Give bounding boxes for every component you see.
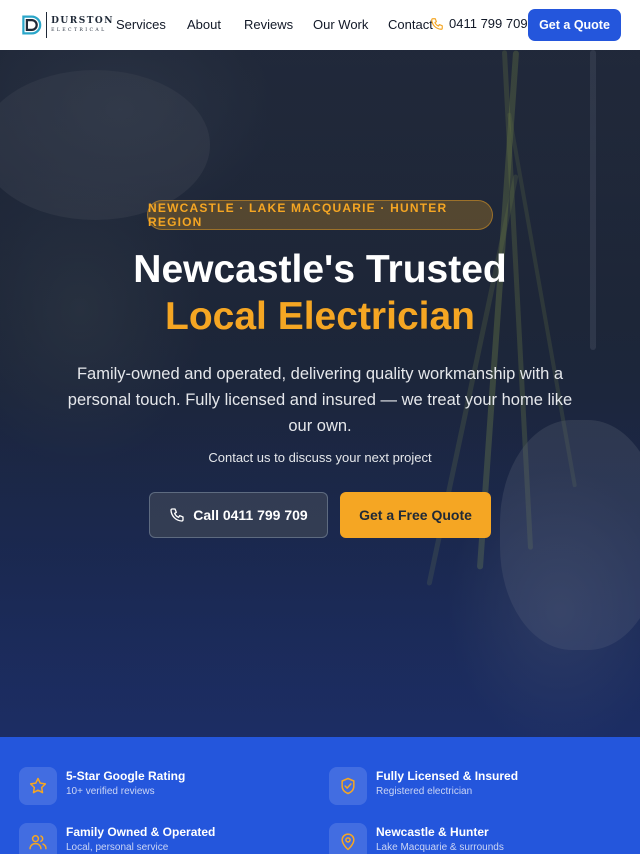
logo-tagline: ELECTRICAL [51,27,107,33]
hero-description: Family-owned and operated, delivering qu… [67,365,573,435]
feature-subtitle: Lake Macquarie & surrounds [376,842,504,853]
feature-title: 5-Star Google Rating [66,769,186,783]
feature-item: Family Owned & Operated Local, personal … [19,823,215,854]
feature-subtitle: Local, personal service [66,842,169,853]
nav-phone-number: 0411 799 709 [449,16,528,31]
logo-mark-icon [22,15,42,35]
features-strip: 5-Star Google Rating 10+ verified review… [0,737,640,854]
shield-check-icon [341,777,355,795]
call-button-label: Call 0411 799 709 [193,507,308,523]
logo-divider [46,12,48,38]
phone-icon [170,508,184,522]
nav-link-contact[interactable]: Contact [388,17,433,32]
feature-icon-box [329,823,367,854]
nav-link-our-work[interactable]: Our Work [313,17,368,32]
hero-section: NEWCASTLE · LAKE MACQUARIE · HUNTER REGI… [0,50,640,738]
logo-wordmark: DURSTON ELECTRICAL [51,15,114,34]
logo-name: DURSTON [51,15,114,26]
hero-title-line1: Newcastle's Trusted [133,248,507,291]
service-area-badge: NEWCASTLE · LAKE MACQUARIE · HUNTER REGI… [147,200,493,230]
star-icon [29,777,47,794]
feature-icon-box [19,767,57,805]
get-a-quote-button[interactable]: Get a Quote [528,9,621,41]
feature-item: Fully Licensed & Insured Registered elec… [329,767,518,805]
hero-subtext: Contact us to discuss your next project [208,450,432,465]
feature-title: Newcastle & Hunter [376,825,489,839]
get-free-quote-button[interactable]: Get a Free Quote [340,492,491,538]
top-navbar: DURSTON ELECTRICAL Services About Review… [0,0,640,50]
brand-logo[interactable]: DURSTON ELECTRICAL [22,9,114,41]
nav-link-services[interactable]: Services [116,17,166,32]
phone-icon [431,17,443,30]
feature-item: Newcastle & Hunter Lake Macquarie & surr… [329,823,504,854]
feature-subtitle: Registered electrician [376,786,473,797]
hero-title-line2: Local Electrician [165,295,475,338]
nav-link-about[interactable]: About [187,17,221,32]
nav-phone-link[interactable]: 0411 799 709 [430,16,528,31]
map-pin-icon [341,833,355,851]
feature-subtitle: 10+ verified reviews [66,786,155,797]
feature-title: Family Owned & Operated [66,825,216,839]
feature-icon-box [329,767,367,805]
call-button[interactable]: Call 0411 799 709 [149,492,328,538]
feature-icon-box [19,823,57,854]
feature-title: Fully Licensed & Insured [376,769,519,783]
nav-link-reviews[interactable]: Reviews [244,17,293,32]
users-icon [29,835,47,850]
feature-item: 5-Star Google Rating 10+ verified review… [19,767,185,805]
